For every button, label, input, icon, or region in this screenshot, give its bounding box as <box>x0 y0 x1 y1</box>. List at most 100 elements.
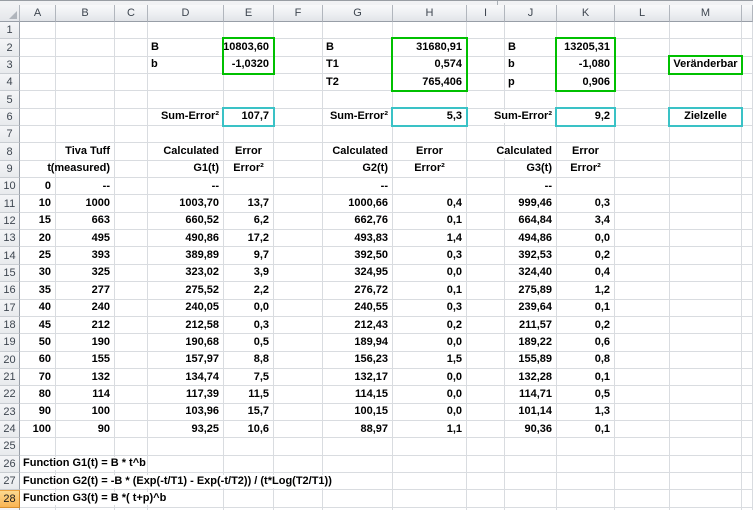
cell-C18[interactable] <box>115 316 148 335</box>
cell-A24[interactable]: 100 <box>20 420 56 439</box>
row-header-1[interactable]: 1 <box>0 22 20 40</box>
cell-A16[interactable]: 35 <box>20 282 56 300</box>
cell-D11[interactable]: 1003,70 <box>148 195 224 213</box>
cell-C16[interactable] <box>115 282 148 300</box>
row-header-26[interactable]: 26 <box>0 455 20 473</box>
cell-I10[interactable] <box>467 178 505 196</box>
cell-A17[interactable]: 40 <box>20 299 56 317</box>
cell-K11[interactable]: 0,3 <box>557 195 615 213</box>
cell-M22[interactable] <box>670 386 742 404</box>
cell-K27[interactable] <box>557 472 615 491</box>
cell-C19[interactable] <box>115 334 148 352</box>
cell-L15[interactable] <box>615 264 670 283</box>
cell-L11[interactable] <box>615 195 670 213</box>
cell-K26[interactable] <box>557 455 615 473</box>
cell-A1[interactable] <box>20 22 56 40</box>
cell-B2[interactable] <box>56 39 115 57</box>
cell-N17[interactable] <box>742 299 753 317</box>
cell-G24[interactable]: 88,97 <box>323 420 393 439</box>
cell-E7[interactable] <box>224 126 274 144</box>
cell-L12[interactable] <box>615 212 670 231</box>
cell-A5[interactable] <box>20 91 56 109</box>
cell-C10[interactable] <box>115 178 148 196</box>
cell-C12[interactable] <box>115 212 148 231</box>
cell-A27[interactable]: Function G2(t) = -B * (Exp(-t/T1) - Exp(… <box>20 472 332 491</box>
cell-J13[interactable]: 494,86 <box>505 230 557 248</box>
cell-L16[interactable] <box>615 282 670 300</box>
cell-I22[interactable] <box>467 386 505 404</box>
cell-F6[interactable] <box>274 108 323 127</box>
cell-J25[interactable] <box>505 438 557 456</box>
cell-G11[interactable]: 1000,66 <box>323 195 393 213</box>
cell-N8[interactable] <box>742 143 753 161</box>
cell-G23[interactable]: 100,15 <box>323 403 393 421</box>
cell-K6[interactable]: 9,2 <box>557 108 615 127</box>
cell-F23[interactable] <box>274 403 323 421</box>
cell-M12[interactable] <box>670 212 742 231</box>
cell-F11[interactable] <box>274 195 323 213</box>
cell-C21[interactable] <box>115 368 148 387</box>
cell-A20[interactable]: 60 <box>20 351 56 369</box>
cell-B16[interactable]: 277 <box>56 282 115 300</box>
cell-M5[interactable] <box>670 91 742 109</box>
cell-M28[interactable] <box>670 490 742 508</box>
cell-M21[interactable] <box>670 368 742 387</box>
cell-K5[interactable] <box>557 91 615 109</box>
cell-B25[interactable] <box>56 438 115 456</box>
cell-E12[interactable]: 6,2 <box>224 212 274 231</box>
cell-A22[interactable]: 80 <box>20 386 56 404</box>
cell-G17[interactable]: 240,55 <box>323 299 393 317</box>
cell-C14[interactable] <box>115 247 148 265</box>
cell-D15[interactable]: 323,02 <box>148 264 224 283</box>
cell-H16[interactable]: 0,1 <box>393 282 467 300</box>
cell-E6[interactable]: 107,7 <box>224 108 274 127</box>
cell-M9[interactable] <box>670 160 742 179</box>
cell-E9[interactable]: Error² <box>224 160 274 179</box>
cell-E8[interactable]: Error <box>224 143 274 161</box>
cell-C13[interactable] <box>115 230 148 248</box>
cell-K28[interactable] <box>557 490 615 508</box>
cell-N14[interactable] <box>742 247 753 265</box>
row-header-7[interactable]: 7 <box>0 126 20 144</box>
cell-A2[interactable] <box>20 39 56 57</box>
cell-L3[interactable] <box>615 56 670 75</box>
cell-G5[interactable] <box>323 91 393 109</box>
cell-M10[interactable] <box>670 178 742 196</box>
cell-J1[interactable] <box>505 22 557 40</box>
cell-L19[interactable] <box>615 334 670 352</box>
cell-H8[interactable]: Error <box>393 143 467 161</box>
cell-F7[interactable] <box>274 126 323 144</box>
cell-G18[interactable]: 212,43 <box>323 316 393 335</box>
cell-C9[interactable] <box>115 160 148 179</box>
cell-F18[interactable] <box>274 316 323 335</box>
cell-I3[interactable] <box>467 56 505 75</box>
cell-J2[interactable]: B <box>505 39 557 57</box>
cell-F5[interactable] <box>274 91 323 109</box>
cell-E28[interactable] <box>224 490 274 508</box>
cell-C11[interactable] <box>115 195 148 213</box>
cell-A23[interactable]: 90 <box>20 403 56 421</box>
cell-I7[interactable] <box>467 126 505 144</box>
cell-K24[interactable]: 0,1 <box>557 420 615 439</box>
cell-F1[interactable] <box>274 22 323 40</box>
cell-L9[interactable] <box>615 160 670 179</box>
cell-H4[interactable]: 765,406 <box>393 74 467 92</box>
cell-L18[interactable] <box>615 316 670 335</box>
cell-D2[interactable]: B <box>148 39 224 57</box>
cell-B14[interactable]: 393 <box>56 247 115 265</box>
cell-M2[interactable] <box>670 39 742 57</box>
cell-K25[interactable] <box>557 438 615 456</box>
cell-A7[interactable] <box>20 126 56 144</box>
cell-E4[interactable] <box>224 74 274 92</box>
cell-D14[interactable]: 389,89 <box>148 247 224 265</box>
cell-F21[interactable] <box>274 368 323 387</box>
cell-N3[interactable] <box>742 56 753 75</box>
row-header-6[interactable]: 6 <box>0 108 20 127</box>
cell-I9[interactable] <box>467 160 505 179</box>
cell-E19[interactable]: 0,5 <box>224 334 274 352</box>
cell-A18[interactable]: 45 <box>20 316 56 335</box>
cell-J19[interactable]: 189,22 <box>505 334 557 352</box>
cell-B22[interactable]: 114 <box>56 386 115 404</box>
cell-J18[interactable]: 211,57 <box>505 316 557 335</box>
cell-I25[interactable] <box>467 438 505 456</box>
